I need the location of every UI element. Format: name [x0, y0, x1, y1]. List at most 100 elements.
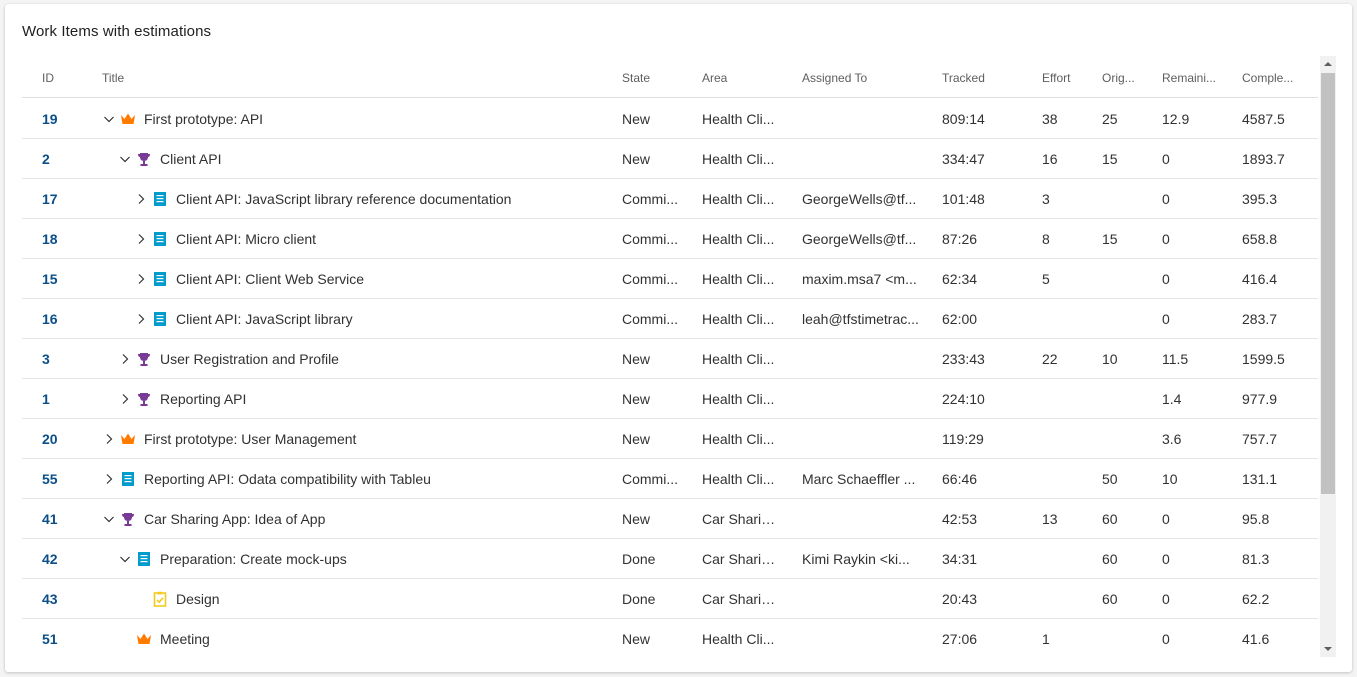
table-row[interactable]: 41 Car Sharing App: Idea of App New Car Sha…: [22, 499, 1318, 539]
tracked-cell: 87:26: [942, 231, 978, 247]
work-item-id-link[interactable]: 20: [42, 431, 97, 447]
scroll-up-icon[interactable]: [1320, 56, 1336, 72]
column-header-remaining[interactable]: Remaini...: [1162, 71, 1224, 85]
work-item-id-link[interactable]: 1: [42, 391, 97, 407]
work-item-title[interactable]: Meeting: [160, 631, 210, 647]
chevron-down-icon[interactable]: [102, 112, 116, 126]
work-item-title[interactable]: Client API: Client Web Service: [176, 271, 364, 287]
work-item-id-link[interactable]: 42: [42, 551, 97, 567]
work-item-title[interactable]: Car Sharing App: Idea of App: [144, 511, 325, 527]
work-item-title[interactable]: User Registration and Profile: [160, 351, 339, 367]
work-item-title[interactable]: Reporting API: Odata compatibility with …: [144, 471, 431, 487]
tracked-cell: 42:53: [942, 511, 978, 527]
book-icon: [152, 311, 168, 327]
chevron-down-icon[interactable]: [118, 152, 132, 166]
table-row[interactable]: 1 Reporting API New Health Cli... 224:10 1.4 9…: [22, 379, 1318, 419]
work-item-id-link[interactable]: 2: [42, 151, 97, 167]
chevron-right-icon[interactable]: [102, 472, 116, 486]
scroll-down-icon[interactable]: [1320, 641, 1336, 657]
work-item-id-link[interactable]: 43: [42, 591, 97, 607]
work-item-id-link[interactable]: 17: [42, 191, 97, 207]
vertical-scrollbar[interactable]: [1320, 56, 1336, 657]
work-item-id-link[interactable]: 19: [42, 111, 97, 127]
chevron-right-icon[interactable]: [102, 432, 116, 446]
state-cell: New: [622, 151, 651, 167]
area-cell: Car Sharin...: [702, 551, 780, 567]
table-row[interactable]: 16 Client API: JavaScript library Commi...…: [22, 299, 1318, 339]
trophy-icon: [136, 351, 152, 367]
column-header-state[interactable]: State: [622, 71, 684, 85]
column-header-effort[interactable]: Effort: [1042, 71, 1092, 85]
table-row[interactable]: 42 Preparation: Create mock-ups Done Car Sh…: [22, 539, 1318, 579]
work-item-title[interactable]: Client API: [160, 151, 221, 167]
work-item-title[interactable]: Client API: JavaScript library reference…: [176, 191, 511, 207]
work-item-id-link[interactable]: 15: [42, 271, 97, 287]
tracked-cell: 34:31: [942, 551, 978, 567]
area-cell: Health Cli...: [702, 311, 775, 327]
tracked-cell: 809:14: [942, 111, 985, 127]
table-row[interactable]: 2 Client API New Health Cli... 334:47 16 15 0 18…: [22, 139, 1318, 179]
table-row[interactable]: 17 Client API: JavaScript library referen…: [22, 179, 1318, 219]
title-cell: Car Sharing App: Idea of App: [102, 499, 325, 539]
work-item-title[interactable]: Client API: JavaScript library: [176, 311, 353, 327]
work-item-title[interactable]: First prototype: User Management: [144, 431, 356, 447]
widget-title: Work Items with estimations: [22, 23, 212, 40]
area-cell: Car Sharin...: [702, 591, 780, 607]
column-header-tracked[interactable]: Tracked: [942, 71, 1022, 85]
tracked-cell: 62:00: [942, 311, 978, 327]
area-cell: Health Cli...: [702, 271, 775, 287]
work-item-title[interactable]: Reporting API: [160, 391, 246, 407]
assigned-to-cell: leah@tfstimetrac...: [802, 311, 919, 327]
work-item-id-link[interactable]: 41: [42, 511, 97, 527]
table-row[interactable]: 55 Reporting API: Odata compatibility wit…: [22, 459, 1318, 499]
work-item-id-link[interactable]: 51: [42, 631, 97, 647]
work-item-title[interactable]: First prototype: API: [144, 111, 263, 127]
table-row[interactable]: 51 Meeting New Health Cli... 27:06 1 0 41.6: [22, 619, 1318, 656]
work-item-id-link[interactable]: 3: [42, 351, 97, 367]
chevron-right-icon[interactable]: [134, 272, 148, 286]
title-cell: Preparation: Create mock-ups: [118, 539, 347, 579]
chevron-down-icon[interactable]: [118, 552, 132, 566]
column-header-assigned-to[interactable]: Assigned To: [802, 71, 920, 85]
work-item-id-link[interactable]: 16: [42, 311, 97, 327]
work-item-title[interactable]: Client API: Micro client: [176, 231, 316, 247]
table-row[interactable]: 43 Design Done Car Sharin... 20:43 60 0 62.2: [22, 579, 1318, 619]
column-header-title[interactable]: Title: [102, 71, 302, 85]
chevron-right-icon[interactable]: [134, 312, 148, 326]
effort-cell: 8: [1042, 231, 1050, 247]
state-cell: New: [622, 391, 651, 407]
chevron-right-icon[interactable]: [118, 392, 132, 406]
table-row[interactable]: 18 Client API: Micro client Commi... Health…: [22, 219, 1318, 259]
area-cell: Health Cli...: [702, 231, 775, 247]
column-header-area[interactable]: Area: [702, 71, 780, 85]
column-header-completed[interactable]: Comple...: [1242, 71, 1304, 85]
effort-cell: 13: [1042, 511, 1058, 527]
title-cell: First prototype: API: [102, 99, 263, 139]
effort-cell: 5: [1042, 271, 1050, 287]
original-estimate-cell: 25: [1102, 111, 1118, 127]
completed-work-cell: 1893.7: [1242, 151, 1285, 167]
completed-work-cell: 62.2: [1242, 591, 1270, 607]
scrollbar-thumb[interactable]: [1321, 73, 1335, 494]
chevron-down-icon[interactable]: [102, 512, 116, 526]
work-item-id-link[interactable]: 55: [42, 471, 97, 487]
original-estimate-cell: 60: [1102, 591, 1118, 607]
effort-cell: 38: [1042, 111, 1058, 127]
work-item-id-link[interactable]: 18: [42, 231, 97, 247]
chevron-right-icon[interactable]: [134, 232, 148, 246]
chevron-right-icon[interactable]: [118, 352, 132, 366]
remaining-work-cell: 0: [1162, 311, 1170, 327]
table-row[interactable]: 20 First prototype: User Management New Hea…: [22, 419, 1318, 459]
remaining-work-cell: 0: [1162, 591, 1170, 607]
table-row[interactable]: 15 Client API: Client Web Service Commi...…: [22, 259, 1318, 299]
work-item-title[interactable]: Preparation: Create mock-ups: [160, 551, 347, 567]
table-row[interactable]: 19 First prototype: API New Health Cli... 80…: [22, 99, 1318, 139]
state-cell: Commi...: [622, 271, 678, 287]
work-item-title[interactable]: Design: [176, 591, 220, 607]
column-header-original[interactable]: Orig...: [1102, 71, 1146, 85]
table-row[interactable]: 3 User Registration and Profile New Health …: [22, 339, 1318, 379]
title-cell: User Registration and Profile: [118, 339, 339, 379]
assigned-to-cell: Kimi Raykin <ki...: [802, 551, 910, 567]
chevron-right-icon[interactable]: [134, 192, 148, 206]
column-header-id[interactable]: ID: [42, 71, 82, 85]
